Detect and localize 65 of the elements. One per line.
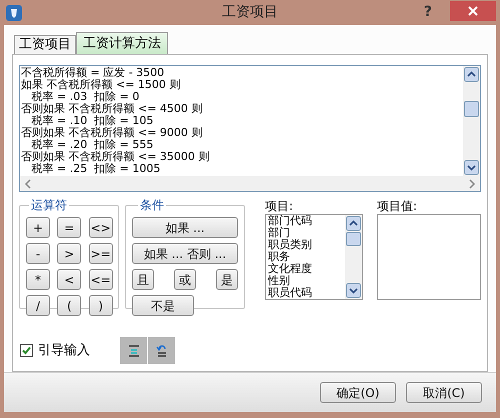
dialog-button[interactable]: 取消(C) [406, 382, 482, 403]
tab[interactable]: 工资计算方法 [76, 32, 168, 54]
operator-button[interactable]: * [26, 269, 50, 290]
formula-line: 税率 = .20 扣除 = 555 [30, 139, 154, 151]
scroll-down-icon[interactable] [346, 283, 361, 298]
condition-button[interactable]: 是 [216, 269, 238, 290]
indent-icon [126, 344, 140, 358]
checkbox[interactable] [20, 344, 33, 357]
items-label: 项目: [265, 199, 294, 213]
formula-editor[interactable]: 不含税所得额 = 应发 - 3500 如果 不含税所得额 <= 1500 则 税率 = .03 扣除 = 0 否则如果 不含税所得额 <= 4500 则 税率 = .10 扣除 = 105 否则如果 不含税所得额 <= 9000 则 税率 = .20 扣除 = 555 否则如果 不含税所得额 <= 35000 则 税率 = .25 扣除 = 1005 [19, 65, 481, 192]
horizontal-scrollbar[interactable] [20, 176, 480, 191]
list-item[interactable]: 性别 [268, 275, 345, 287]
formula-line: 如果 不含税所得额 <= 1500 则 [21, 79, 182, 91]
condition-button[interactable]: 或 [174, 269, 196, 290]
list-item[interactable]: 文化程度 [268, 263, 345, 275]
condition-button[interactable]: 且 [132, 269, 154, 290]
list-item[interactable]: 职务 [268, 251, 345, 263]
formula-line: 税率 = .25 扣除 = 1005 [30, 163, 162, 175]
operator-button[interactable]: <= [88, 269, 113, 290]
operator-button[interactable]: >= [88, 243, 113, 264]
condition-button[interactable]: 如果 ... 否则 ... [132, 243, 238, 264]
formula-line: 否则如果 不含税所得额 <= 35000 则 [21, 151, 210, 163]
group-title: 条件 [138, 198, 166, 212]
checkbox-label: 引导输入 [38, 342, 90, 360]
operator-button[interactable]: + [26, 217, 50, 238]
toolbar-button[interactable] [120, 337, 147, 364]
list-item[interactable]: 部门代码 [268, 215, 345, 227]
operator-button[interactable]: ) [88, 295, 113, 316]
scroll-up-icon[interactable] [346, 216, 361, 231]
help-button[interactable]: ? [424, 2, 432, 23]
close-icon [468, 6, 478, 16]
list-item[interactable]: 职员代码 [268, 287, 345, 299]
group-title: 运算符 [29, 198, 69, 212]
condition-button[interactable]: 不是 [132, 295, 194, 316]
scroll-up-icon[interactable] [464, 67, 479, 82]
list-item[interactable]: 职员类别 [268, 239, 345, 251]
scroll-right-icon[interactable] [468, 178, 476, 188]
check-icon [22, 346, 31, 355]
window-title: 工资项目 [222, 3, 278, 22]
scroll-thumb[interactable] [346, 232, 361, 246]
condition-button[interactable]: 如果 ... [132, 217, 238, 238]
item-values-label: 项目值: [377, 199, 418, 213]
operator-button[interactable]: / [26, 295, 50, 316]
operator-button[interactable]: = [57, 217, 82, 238]
dialog-button[interactable]: 确定(O) [320, 382, 396, 403]
scroll-left-icon[interactable] [24, 178, 32, 188]
formula-line: 税率 = .10 扣除 = 105 [30, 115, 154, 127]
formula-line: 不含税所得额 = 应发 - 3500 [21, 67, 166, 79]
app-icon [6, 4, 22, 20]
operator-button[interactable]: - [26, 243, 50, 264]
close-button[interactable] [450, 0, 496, 20]
undo-icon [154, 344, 168, 358]
formula-line: 否则如果 不含税所得额 <= 4500 则 [21, 103, 204, 115]
tab[interactable]: 工资项目 [14, 35, 76, 54]
formula-line: 税率 = .03 扣除 = 0 [30, 91, 140, 103]
operator-button[interactable]: ( [57, 295, 82, 316]
operator-button[interactable]: > [57, 243, 82, 264]
list-item[interactable]: 部门 [268, 227, 345, 239]
operator-button[interactable]: <> [88, 217, 113, 238]
operator-button[interactable]: < [57, 269, 82, 290]
toolbar-button[interactable] [148, 337, 175, 364]
item-values-list[interactable] [377, 214, 481, 300]
formula-line: 否则如果 不含税所得额 <= 9000 则 [21, 127, 204, 139]
scroll-down-icon[interactable] [464, 160, 479, 175]
scroll-thumb[interactable] [464, 101, 479, 117]
